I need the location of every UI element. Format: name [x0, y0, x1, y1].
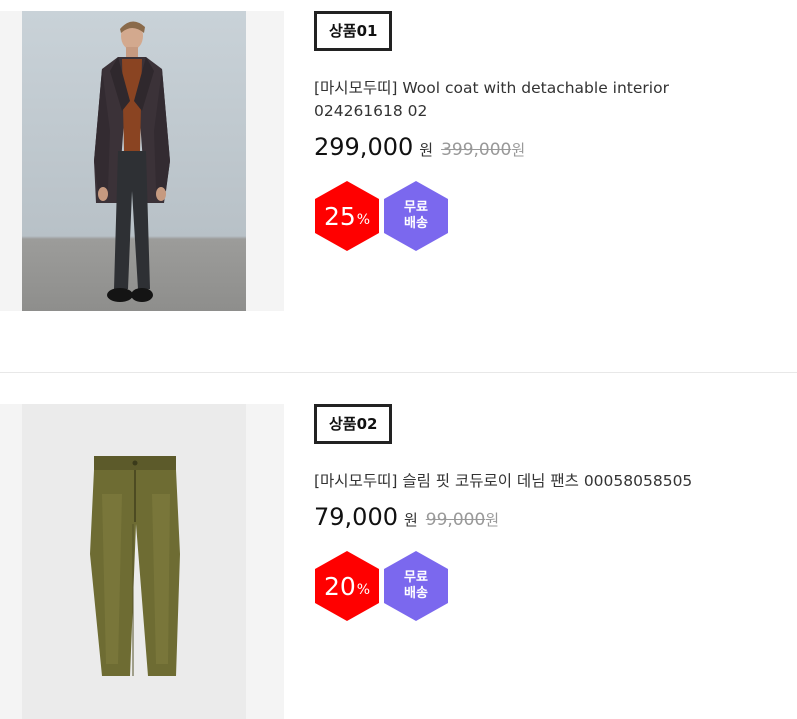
original-price-unit: 원: [485, 511, 500, 529]
product-info: 상품01 [마시모두띠] Wool coat with detachable i…: [314, 11, 754, 252]
sale-price-unit: 원: [403, 511, 418, 529]
original-price: 399,000: [441, 140, 512, 160]
product-number-tag: 상품02: [314, 404, 393, 444]
shipping-label-line2: 배송: [404, 216, 428, 231]
sale-price: 79,000: [314, 503, 398, 531]
product-card[interactable]: 상품01 [마시모두띠] Wool coat with detachable i…: [0, 0, 797, 372]
product-image-frame[interactable]: [0, 404, 284, 719]
shipping-label-line2: 배송: [404, 586, 428, 601]
discount-badge: 25%: [314, 180, 380, 252]
product-number-tag: 상품01: [314, 11, 393, 51]
percent-sign: %: [356, 211, 371, 228]
product-image-coat[interactable]: [22, 11, 246, 311]
product-info: 상품02 [마시모두띠] 슬림 핏 코듀로이 데님 팬츠 00058058505…: [314, 404, 754, 622]
sale-price-unit: 원: [419, 141, 434, 159]
price-row: 79,000 원 99,000원: [314, 503, 754, 535]
discount-value: 20: [323, 571, 356, 601]
free-shipping-badge: 무료 배송: [383, 550, 449, 622]
shipping-label-line1: 무료: [404, 570, 428, 585]
product-card[interactable]: 상품02 [마시모두띠] 슬림 핏 코듀로이 데님 팬츠 00058058505…: [0, 373, 797, 719]
original-price-unit: 원: [511, 141, 526, 159]
product-image-frame[interactable]: [0, 11, 284, 311]
badge-row: 25% 무료 배송: [314, 180, 754, 252]
price-row: 299,000 원 399,000원: [314, 133, 754, 165]
discount-value: 25: [323, 201, 356, 231]
product-name[interactable]: [마시모두띠] Wool coat with detachable interi…: [314, 77, 754, 123]
discount-badge: 20%: [314, 550, 380, 622]
shipping-label-line1: 무료: [404, 200, 428, 215]
badge-row: 20% 무료 배송: [314, 550, 754, 622]
percent-sign: %: [356, 581, 371, 598]
product-image-pants[interactable]: [22, 404, 246, 719]
sale-price: 299,000: [314, 133, 414, 161]
original-price: 99,000: [425, 510, 486, 530]
free-shipping-badge: 무료 배송: [383, 180, 449, 252]
product-name[interactable]: [마시모두띠] 슬림 핏 코듀로이 데님 팬츠 00058058505: [314, 470, 754, 493]
